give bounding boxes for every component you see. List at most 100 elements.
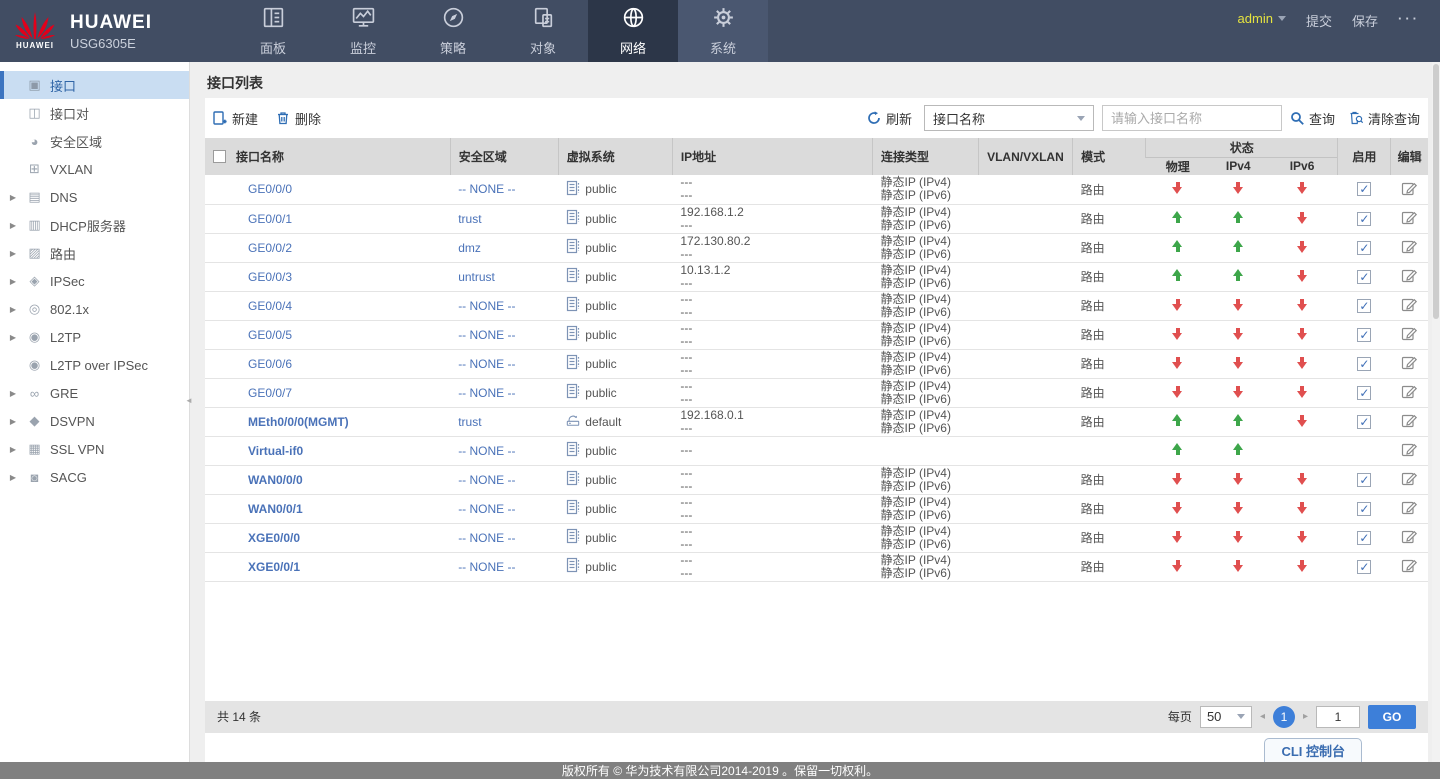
edit-icon[interactable] <box>1401 354 1418 370</box>
zone-link[interactable]: -- NONE -- <box>458 560 515 574</box>
edit-icon[interactable] <box>1401 470 1418 486</box>
sidebar-item-ssl-vpn[interactable]: ▶ ▦ SSL VPN <box>0 435 189 463</box>
zone-link[interactable]: -- NONE -- <box>458 386 515 400</box>
interface-name-link[interactable]: MEth0/0/0(MGMT) <box>248 415 349 429</box>
interface-name-link[interactable]: GE0/0/2 <box>248 241 292 255</box>
edit-icon[interactable] <box>1401 238 1418 254</box>
nav-tab-dashboard[interactable]: 面板 <box>228 0 318 62</box>
select-all-checkbox[interactable] <box>213 150 226 163</box>
expand-arrow-icon[interactable]: ▶ <box>0 277 26 286</box>
enable-checkbox[interactable]: ✓ <box>1357 530 1372 545</box>
interface-name-link[interactable]: GE0/0/1 <box>248 212 292 226</box>
expand-arrow-icon[interactable]: ▶ <box>0 417 26 426</box>
edit-icon[interactable] <box>1401 557 1418 573</box>
per-page-select[interactable]: 50 <box>1199 705 1252 728</box>
go-button[interactable]: GO <box>1368 704 1416 729</box>
nav-tab-policy[interactable]: 策略 <box>408 0 498 62</box>
edit-icon[interactable] <box>1401 180 1418 196</box>
expand-arrow-icon[interactable]: ▶ <box>0 249 26 258</box>
cli-console-button[interactable]: CLI 控制台 <box>1264 738 1362 762</box>
edit-icon[interactable] <box>1401 325 1418 341</box>
sidebar-item-dhcp-server[interactable]: ▶ ▥ DHCP服务器 <box>0 211 189 239</box>
search-input[interactable] <box>1101 105 1282 131</box>
prev-page-button[interactable]: ◂ <box>1260 711 1265 722</box>
zone-link[interactable]: -- NONE -- <box>458 444 515 458</box>
sidebar-item-sacg[interactable]: ▶ ◙ SACG <box>0 463 189 491</box>
goto-page-input[interactable] <box>1316 705 1360 728</box>
zone-link[interactable]: dmz <box>458 241 481 255</box>
current-page-button[interactable]: 1 <box>1272 705 1295 728</box>
nav-tab-monitor[interactable]: 监控 <box>318 0 408 62</box>
nav-tab-object[interactable]: 对象 <box>498 0 588 62</box>
enable-checkbox[interactable]: ✓ <box>1357 269 1372 284</box>
expand-arrow-icon[interactable]: ▶ <box>0 473 26 482</box>
next-page-button[interactable]: ▸ <box>1303 711 1308 722</box>
expand-arrow-icon[interactable]: ▶ <box>0 389 26 398</box>
sidebar-item-route[interactable]: ▶ ▨ 路由 <box>0 239 189 267</box>
interface-name-link[interactable]: GE0/0/5 <box>248 328 292 342</box>
filter-field-select[interactable]: 接口名称 <box>923 105 1094 131</box>
interface-name-link[interactable]: WAN0/0/0 <box>248 473 303 487</box>
sidebar-collapse-handle[interactable]: ◄ <box>184 380 194 420</box>
interface-name-link[interactable]: GE0/0/6 <box>248 357 292 371</box>
sidebar-item-ipsec[interactable]: ▶ ◈ IPSec <box>0 267 189 295</box>
zone-link[interactable]: -- NONE -- <box>458 357 515 371</box>
enable-checkbox[interactable]: ✓ <box>1357 182 1372 197</box>
vertical-scrollbar[interactable] <box>1432 62 1440 762</box>
edit-icon[interactable] <box>1401 528 1418 544</box>
query-button[interactable]: 查询 <box>1290 109 1335 128</box>
sidebar-item-interface[interactable]: ▣ 接口 <box>0 71 189 99</box>
delete-button[interactable]: 删除 <box>276 109 321 128</box>
save-button[interactable]: 保存 <box>1352 11 1378 30</box>
interface-name-link[interactable]: XGE0/0/1 <box>248 560 300 574</box>
edit-icon[interactable] <box>1401 383 1418 399</box>
interface-name-link[interactable]: GE0/0/7 <box>248 386 292 400</box>
expand-arrow-icon[interactable]: ▶ <box>0 305 26 314</box>
clear-query-button[interactable]: 清除查询 <box>1349 109 1420 128</box>
zone-link[interactable]: -- NONE -- <box>458 531 515 545</box>
scrollbar-thumb[interactable] <box>1433 64 1439 319</box>
expand-arrow-icon[interactable]: ▶ <box>0 193 26 202</box>
enable-checkbox[interactable]: ✓ <box>1357 559 1372 574</box>
zone-link[interactable]: untrust <box>458 270 495 284</box>
edit-icon[interactable] <box>1401 296 1418 312</box>
zone-link[interactable]: -- NONE -- <box>458 299 515 313</box>
sidebar-item-gre[interactable]: ▶ ∞ GRE <box>0 379 189 407</box>
sidebar-item-8021x[interactable]: ▶ ◎ 802.1x <box>0 295 189 323</box>
enable-checkbox[interactable]: ✓ <box>1357 414 1372 429</box>
zone-link[interactable]: -- NONE -- <box>458 502 515 516</box>
new-button[interactable]: 新建 <box>213 109 258 128</box>
interface-name-link[interactable]: GE0/0/3 <box>248 270 292 284</box>
nav-tab-network[interactable]: 网络 <box>588 0 678 62</box>
zone-link[interactable]: -- NONE -- <box>458 473 515 487</box>
nav-tab-system[interactable]: 系统 <box>678 0 768 62</box>
enable-checkbox[interactable]: ✓ <box>1357 240 1372 255</box>
edit-icon[interactable] <box>1401 412 1418 428</box>
submit-button[interactable]: 提交 <box>1306 11 1332 30</box>
refresh-button[interactable]: 刷新 <box>867 109 912 128</box>
edit-icon[interactable] <box>1401 441 1418 457</box>
edit-icon[interactable] <box>1401 499 1418 515</box>
expand-arrow-icon[interactable]: ▶ <box>0 333 26 342</box>
enable-checkbox[interactable]: ✓ <box>1357 327 1372 342</box>
sidebar-item-dsvpn[interactable]: ▶ ◆ DSVPN <box>0 407 189 435</box>
sidebar-item-dns[interactable]: ▶ ▤ DNS <box>0 183 189 211</box>
edit-icon[interactable] <box>1401 209 1418 225</box>
zone-link[interactable]: trust <box>458 415 481 429</box>
enable-checkbox[interactable]: ✓ <box>1357 501 1372 516</box>
sidebar-item-l2tp-over-ipsec[interactable]: ◉ L2TP over IPSec <box>0 351 189 379</box>
enable-checkbox[interactable]: ✓ <box>1357 385 1372 400</box>
interface-name-link[interactable]: GE0/0/0 <box>248 182 292 196</box>
expand-arrow-icon[interactable]: ▶ <box>0 445 26 454</box>
zone-link[interactable]: -- NONE -- <box>458 182 515 196</box>
sidebar-item-l2tp[interactable]: ▶ ◉ L2TP <box>0 323 189 351</box>
sidebar-item-security-zone[interactable]: ◕ 安全区域 <box>0 127 189 155</box>
sidebar-item-interface-pair[interactable]: ◫ 接口对 <box>0 99 189 127</box>
zone-link[interactable]: trust <box>458 212 481 226</box>
enable-checkbox[interactable]: ✓ <box>1357 298 1372 313</box>
more-menu-button[interactable]: ··· <box>1398 11 1420 26</box>
interface-name-link[interactable]: WAN0/0/1 <box>248 502 303 516</box>
enable-checkbox[interactable]: ✓ <box>1357 211 1372 226</box>
expand-arrow-icon[interactable]: ▶ <box>0 221 26 230</box>
zone-link[interactable]: -- NONE -- <box>458 328 515 342</box>
